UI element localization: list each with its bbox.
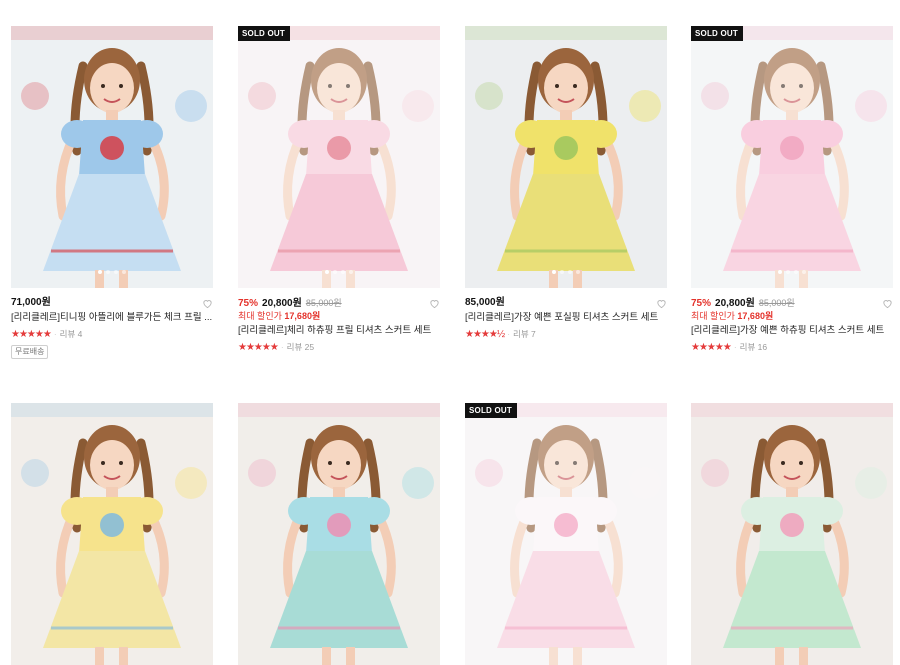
price-row: 75% 20,800원 85,000원	[238, 297, 440, 309]
sale-price: 71,000원	[11, 297, 51, 308]
star-rating: ★★★★★	[238, 342, 279, 353]
rating-row: ★★★★½ · 리뷰 7	[465, 329, 536, 340]
free-shipping-badge: 무료배송	[11, 345, 49, 359]
product-title[interactable]: [리리클레르]체리 하츄핑 프릴 티셔츠 스커트 세트	[238, 325, 440, 337]
max-discount-price: 최대 할인가 17,680원	[238, 311, 321, 321]
product-card[interactable]	[11, 403, 213, 665]
product-image[interactable]	[11, 403, 213, 665]
max-discount-price: 최대 할인가 17,680원	[691, 311, 774, 321]
rating-row: ★★★★★ · 리뷰 16	[691, 342, 768, 353]
soldout-badge: SOLD OUT	[691, 26, 743, 41]
star-rating: ★★★★★	[11, 329, 52, 340]
image-carousel-dots[interactable]	[465, 270, 667, 274]
price-row: 85,000원	[465, 297, 667, 309]
product-card[interactable]: 71,000원 [리리클레르]티니핑 아뜰리에 블루가든 체크 프릴 ... ★…	[11, 26, 213, 359]
product-card[interactable]: SOLD OUT 75% 20,800원 85,000원 최대 할인가 17,680…	[238, 26, 440, 354]
sale-price: 20,800원	[262, 298, 302, 309]
review-count: 리뷰 4	[59, 329, 83, 339]
product-card[interactable]: 85,000원 [리리클레르]가장 예쁜 포실핑 티셔츠 스커트 세트 ★★★★…	[465, 26, 667, 341]
price-row: 71,000원	[11, 297, 213, 309]
price-row: 75% 20,800원 85,000원	[691, 297, 893, 309]
product-image[interactable]: SOLD OUT	[238, 26, 440, 288]
soldout-badge: SOLD OUT	[465, 403, 517, 418]
review-count: 리뷰 7	[513, 329, 536, 339]
product-card[interactable]: SOLD OUT 75% 20,800원 85,000원 최대 할인가 17,680…	[691, 26, 893, 354]
product-title[interactable]: [리리클레르]티니핑 아뜰리에 블루가든 체크 프릴 ...	[11, 312, 213, 324]
product-photo	[11, 403, 213, 665]
heart-icon[interactable]	[429, 296, 440, 309]
soldout-overlay	[238, 26, 440, 288]
product-image[interactable]	[11, 26, 213, 288]
discount-rate: 75%	[238, 298, 259, 309]
soldout-overlay	[691, 26, 893, 288]
product-image[interactable]	[238, 403, 440, 665]
product-card[interactable]: SOLD OUT	[465, 403, 667, 665]
sale-price: 85,000원	[465, 297, 505, 308]
product-image[interactable]	[465, 26, 667, 288]
product-image[interactable]	[691, 403, 893, 665]
image-carousel-dots[interactable]	[238, 270, 440, 274]
soldout-badge: SOLD OUT	[238, 26, 290, 41]
product-title[interactable]: [리리클레르]가장 예쁜 포실핑 티셔츠 스커트 세트	[465, 312, 667, 324]
review-count: 리뷰 25	[286, 342, 315, 352]
original-price: 85,000원	[758, 298, 795, 308]
rating-row: ★★★★★ · 리뷰 25	[238, 342, 315, 353]
product-photo	[465, 26, 667, 288]
heart-icon[interactable]	[882, 296, 893, 309]
product-image[interactable]: SOLD OUT	[691, 26, 893, 288]
soldout-overlay	[465, 403, 667, 665]
product-photo	[691, 403, 893, 665]
product-card[interactable]	[238, 403, 440, 665]
star-rating: ★★★★½	[465, 329, 505, 340]
product-title[interactable]: [리리클레르]가장 예쁜 하츄핑 티셔츠 스커트 세트	[691, 325, 893, 337]
product-card[interactable]	[691, 403, 893, 665]
product-photo	[11, 26, 213, 288]
discount-rate: 75%	[691, 298, 712, 309]
heart-icon[interactable]	[202, 296, 213, 309]
image-carousel-dots[interactable]	[691, 270, 893, 274]
star-rating: ★★★★★	[691, 342, 732, 353]
image-carousel-dots[interactable]	[11, 270, 213, 274]
heart-icon[interactable]	[656, 296, 667, 309]
product-image[interactable]: SOLD OUT	[465, 403, 667, 665]
sale-price: 20,800원	[715, 298, 755, 309]
rating-row: ★★★★★ · 리뷰 4	[11, 329, 83, 340]
review-count: 리뷰 16	[739, 342, 768, 352]
product-photo	[238, 403, 440, 665]
original-price: 85,000원	[305, 298, 342, 308]
